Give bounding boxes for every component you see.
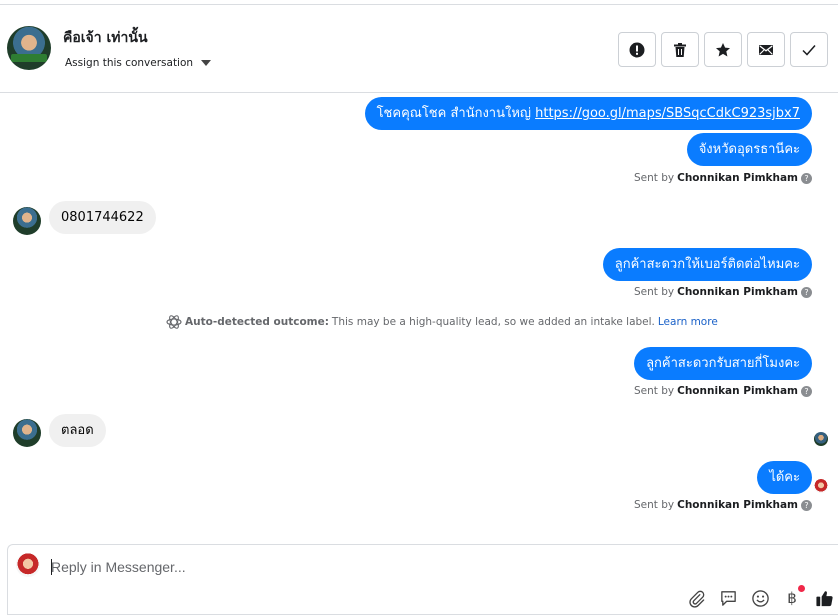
contact-avatar-small: [13, 419, 41, 447]
outgoing-message[interactable]: ได้คะ: [757, 461, 812, 494]
outgoing-message[interactable]: จังหวัดอุดรธานีคะ: [686, 133, 812, 166]
reply-composer: ฿: [7, 544, 838, 615]
trash-icon: [674, 42, 686, 57]
star-icon: [716, 42, 730, 56]
atom-icon: [166, 315, 182, 329]
help-icon[interactable]: ?: [801, 385, 812, 397]
outcome-text: This may be a high-quality lead, so we a…: [331, 316, 655, 328]
conversation-header: คือเจ้า เท่านั้น Assign this conversatio…: [0, 5, 838, 93]
mark-unread-button[interactable]: [747, 32, 785, 67]
auto-detected-outcome: Auto-detected outcome: This may be a hig…: [166, 314, 718, 330]
agent-name: Chonnikan Pimkham: [677, 499, 798, 511]
incoming-message[interactable]: 0801744622: [49, 201, 156, 234]
help-icon[interactable]: ?: [801, 172, 812, 184]
sent-by-label: Sent by Chonnikan Pimkham ?: [634, 286, 812, 298]
assign-label: Assign this conversation: [65, 57, 194, 69]
sent-by-prefix: Sent by: [634, 172, 675, 184]
mark-done-button[interactable]: [790, 32, 828, 67]
outgoing-message[interactable]: ลูกค้าสะดวกให้เบอร์ติดต่อไหมคะ: [602, 248, 812, 281]
help-icon[interactable]: ?: [801, 499, 812, 511]
help-icon[interactable]: ?: [801, 286, 812, 298]
sent-by-label: Sent by Chonnikan Pimkham ?: [634, 385, 812, 397]
sent-by-prefix: Sent by: [634, 499, 675, 511]
check-icon: [802, 44, 816, 56]
seen-indicator-agent: [814, 479, 828, 493]
incoming-message[interactable]: ตลอด: [49, 414, 106, 447]
assign-conversation-dropdown[interactable]: Assign this conversation: [65, 57, 212, 69]
contact-name[interactable]: คือเจ้า เท่านั้น: [63, 27, 148, 49]
agent-avatar: [16, 553, 40, 577]
sent-by-prefix: Sent by: [634, 286, 675, 298]
outcome-title: Auto-detected outcome:: [185, 316, 329, 328]
agent-name: Chonnikan Pimkham: [677, 286, 798, 298]
paperclip-icon: [688, 590, 704, 608]
payment-button[interactable]: ฿: [782, 585, 805, 608]
emoji-icon: [751, 589, 769, 607]
mark-spam-button[interactable]: [618, 32, 656, 67]
thumbs-up-icon: [815, 590, 833, 606]
saved-replies-button[interactable]: [718, 588, 738, 608]
star-button[interactable]: [704, 32, 742, 67]
agent-name: Chonnikan Pimkham: [677, 385, 798, 397]
text-cursor: [51, 559, 52, 575]
sent-by-label: Sent by Chonnikan Pimkham ?: [634, 172, 812, 184]
seen-indicator-contact: [814, 432, 828, 446]
contact-avatar-small: [13, 207, 41, 235]
saved-reply-icon: [720, 590, 736, 606]
contact-avatar[interactable]: [7, 26, 51, 70]
emoji-button[interactable]: [750, 588, 770, 608]
header-actions: [618, 32, 828, 67]
message-text: โชคคุณโชค สำนักงานใหญ่: [376, 106, 536, 121]
envelope-icon: [759, 44, 773, 55]
agent-name: Chonnikan Pimkham: [677, 172, 798, 184]
map-link[interactable]: https://goo.gl/maps/SBSqcCdkC923sjbx7: [535, 106, 800, 121]
sent-by-prefix: Sent by: [634, 385, 675, 397]
attach-button[interactable]: [686, 588, 706, 608]
delete-button[interactable]: [661, 32, 699, 67]
outgoing-message[interactable]: โชคคุณโชค สำนักงานใหญ่ https://goo.gl/ma…: [364, 97, 812, 130]
caret-down-icon: [201, 60, 212, 66]
notification-dot: [798, 585, 805, 592]
composer-toolbar: ฿: [686, 585, 834, 608]
baht-payment-icon: ฿: [787, 589, 797, 607]
message-thread: โชคคุณโชค สำนักงานใหญ่ https://goo.gl/ma…: [0, 94, 838, 542]
learn-more-link[interactable]: Learn more: [658, 316, 718, 328]
alert-circle-icon: [629, 42, 645, 57]
reply-input[interactable]: [51, 557, 651, 577]
sent-by-label: Sent by Chonnikan Pimkham ?: [634, 499, 812, 511]
outgoing-message[interactable]: ลูกค้าสะดวกรับสายกี่โมงคะ: [634, 347, 812, 380]
like-button[interactable]: [814, 588, 834, 608]
